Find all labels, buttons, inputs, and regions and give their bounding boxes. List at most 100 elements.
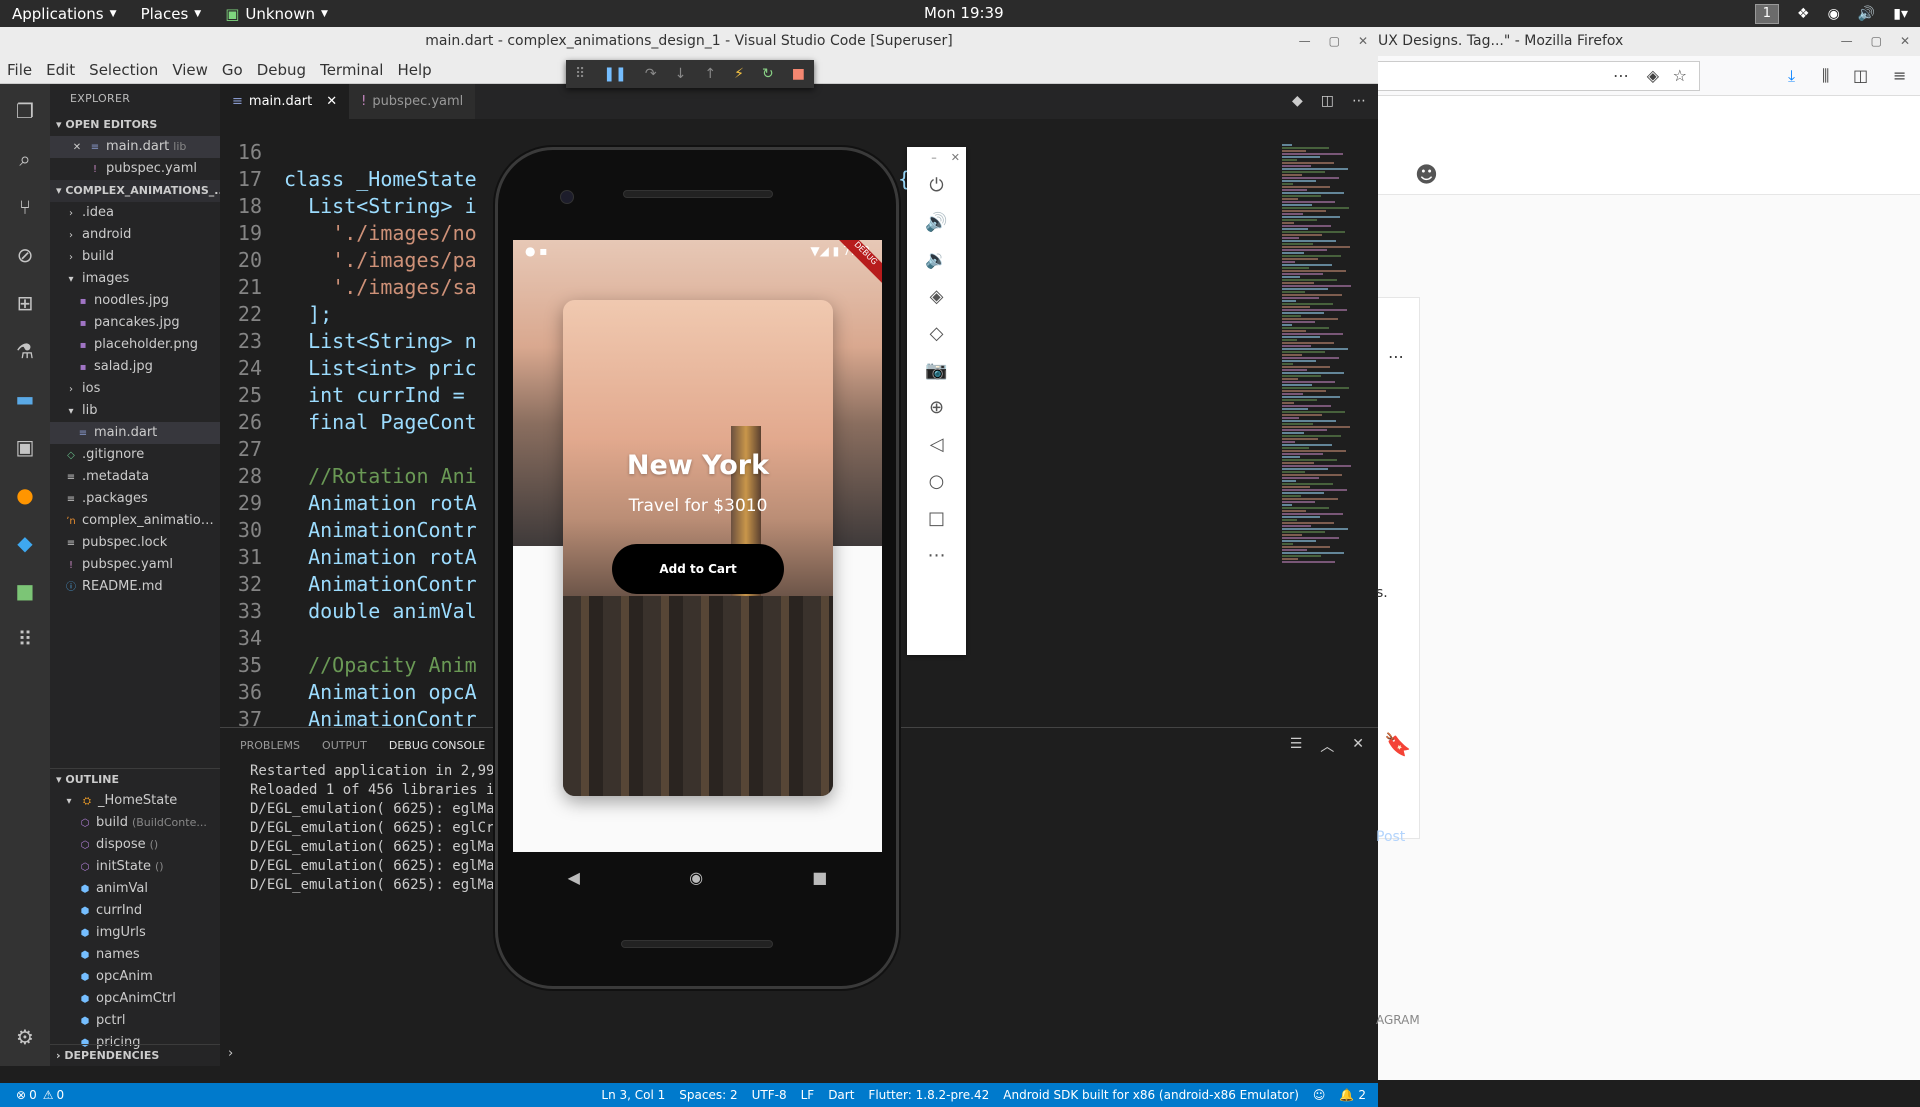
- more-icon[interactable]: ⋯: [1352, 93, 1366, 109]
- outline-item[interactable]: ⬢ currInd: [50, 900, 220, 922]
- back-icon[interactable]: ◁: [930, 434, 944, 455]
- tab-output[interactable]: OUTPUT: [322, 739, 367, 752]
- device-selector[interactable]: Android SDK built for x86 (android-x86 E…: [1003, 1088, 1299, 1102]
- cursor-position[interactable]: Ln 3, Col 1: [601, 1088, 665, 1102]
- maximize-panel-icon[interactable]: ︿: [1320, 736, 1334, 756]
- tab-problems[interactable]: PROBLEMS: [240, 739, 300, 752]
- outline-item[interactable]: ⬢ opcAnimCtrl: [50, 988, 220, 1010]
- tree-item[interactable]: ▪ salad.jpg: [50, 356, 220, 378]
- close-icon[interactable]: ✕: [1900, 27, 1910, 56]
- project-section[interactable]: ▾ COMPLEX_ANIMATIONS_...: [50, 180, 220, 202]
- sidebar-icon[interactable]: ◫: [1853, 66, 1868, 85]
- emulator-screen[interactable]: ● ▪ ▼◢ ▮ 7:39 DEBUG New York Travel for …: [513, 240, 882, 852]
- clear-console-icon[interactable]: ☰: [1290, 736, 1303, 756]
- tree-item[interactable]: ≡ .metadata: [50, 466, 220, 488]
- wifi-icon[interactable]: ◉: [1828, 6, 1840, 22]
- applications-menu[interactable]: Applications ▼: [0, 0, 129, 27]
- menu-help[interactable]: Help: [390, 61, 438, 79]
- pocket-icon[interactable]: ◈: [1647, 66, 1659, 85]
- tab-main-dart[interactable]: ≡ main.dart ✕: [220, 84, 350, 119]
- open-editor-main-dart[interactable]: ✕ ≡ main.dart lib: [50, 136, 220, 158]
- bookmark-icon[interactable]: 🔖: [1384, 733, 1411, 758]
- tree-item[interactable]: ≡ main.dart: [50, 422, 220, 444]
- tree-item[interactable]: › .idea: [50, 202, 220, 224]
- recents-icon[interactable]: ■: [812, 868, 827, 887]
- menu-go[interactable]: Go: [215, 61, 250, 79]
- more-icon[interactable]: ⋯: [1388, 347, 1404, 366]
- tree-item[interactable]: › android: [50, 224, 220, 246]
- settings-gear-icon[interactable]: ⚙: [12, 1024, 38, 1050]
- bookmark-star-icon[interactable]: ☆: [1673, 66, 1687, 85]
- camera-icon[interactable]: 📷: [925, 360, 947, 381]
- tree-item[interactable]: ▪ placeholder.png: [50, 334, 220, 356]
- step-out-icon[interactable]: ↑: [704, 66, 716, 82]
- search-icon[interactable]: ⌕: [12, 146, 38, 172]
- close-icon[interactable]: ✕: [1358, 27, 1368, 56]
- hamburger-menu-icon[interactable]: ≡: [1893, 66, 1906, 85]
- menu-edit[interactable]: Edit: [39, 61, 82, 79]
- files-icon[interactable]: ❐: [12, 98, 38, 124]
- volume-down-icon[interactable]: 🔉: [925, 249, 947, 270]
- zoom-icon[interactable]: ⊕: [929, 397, 944, 418]
- folder-icon[interactable]: ▬: [12, 386, 38, 412]
- outline-item[interactable]: ⬢ imgUrls: [50, 922, 220, 944]
- menu-terminal[interactable]: Terminal: [313, 61, 390, 79]
- tree-item[interactable]: ▪ noodles.jpg: [50, 290, 220, 312]
- git-compare-icon[interactable]: ◆: [1292, 93, 1303, 109]
- split-editor-icon[interactable]: ◫: [1321, 93, 1334, 109]
- flutter-version[interactable]: Flutter: 1.8.2-pre.42: [868, 1088, 989, 1102]
- outline-item[interactable]: ⬢ pctrl: [50, 1010, 220, 1032]
- line-ending[interactable]: LF: [801, 1088, 815, 1102]
- outline-item[interactable]: ⬢ animVal: [50, 878, 220, 900]
- outline-section[interactable]: ▾ OUTLINE: [50, 768, 220, 790]
- destination-card[interactable]: New York Travel for $3010 Add to Cart: [563, 300, 833, 796]
- maximize-icon[interactable]: ▢: [1871, 27, 1882, 56]
- user-icon[interactable]: ☻: [1415, 163, 1438, 188]
- outline-item[interactable]: ⬢ names: [50, 944, 220, 966]
- tree-item[interactable]: ▾ lib: [50, 400, 220, 422]
- volume-up-icon[interactable]: 🔊: [925, 212, 947, 233]
- stop-icon[interactable]: ■: [792, 66, 805, 82]
- menu-view[interactable]: View: [165, 61, 215, 79]
- close-panel-icon[interactable]: ✕: [1352, 736, 1364, 756]
- minimize-icon[interactable]: —: [1299, 27, 1311, 56]
- open-editor-pubspec[interactable]: ! pubspec.yaml: [50, 158, 220, 180]
- debug-icon[interactable]: ⊘: [12, 242, 38, 268]
- tree-item[interactable]: ʼn complex_animations...: [50, 510, 220, 532]
- errors-icon[interactable]: ⊗: [16, 1088, 26, 1102]
- step-over-icon[interactable]: ↷: [645, 66, 657, 82]
- volume-icon[interactable]: 🔊: [1858, 6, 1875, 22]
- tree-item[interactable]: › build: [50, 246, 220, 268]
- restart-icon[interactable]: ↻: [762, 66, 774, 82]
- overview-icon[interactable]: □: [928, 508, 945, 529]
- open-editors-section[interactable]: ▾ OPEN EDITORS: [50, 114, 220, 136]
- page-actions-icon[interactable]: ⋯: [1613, 66, 1629, 85]
- close-icon[interactable]: ✕: [70, 137, 84, 158]
- warnings-icon[interactable]: ⚠: [43, 1088, 54, 1102]
- menu-debug[interactable]: Debug: [250, 61, 313, 79]
- tree-item[interactable]: ≡ .packages: [50, 488, 220, 510]
- places-menu[interactable]: Places ▼: [129, 0, 214, 27]
- app-menu[interactable]: ▣ Unknown ▼: [213, 0, 340, 27]
- home-icon[interactable]: ◉: [689, 868, 703, 887]
- hot-reload-icon[interactable]: ⚡: [734, 66, 744, 82]
- console-input-prompt[interactable]: ›: [228, 1046, 233, 1061]
- dropbox-icon[interactable]: ❖: [1797, 6, 1810, 22]
- battery-icon[interactable]: ▮▾: [1893, 6, 1908, 22]
- extensions-icon[interactable]: ⊞: [12, 290, 38, 316]
- tree-item[interactable]: ! pubspec.yaml: [50, 554, 220, 576]
- workspace-indicator[interactable]: 1: [1754, 3, 1780, 24]
- notifications-bell-icon[interactable]: 🔔: [1339, 1088, 1354, 1102]
- terminal-icon[interactable]: ▣: [12, 434, 38, 460]
- tree-item[interactable]: ⓘ README.md: [50, 576, 220, 598]
- minimize-icon[interactable]: —: [1841, 27, 1853, 56]
- source-control-icon[interactable]: ⑂: [12, 194, 38, 220]
- tree-item[interactable]: › ios: [50, 378, 220, 400]
- minimap[interactable]: [1282, 143, 1362, 573]
- firefox-icon[interactable]: ●: [12, 482, 38, 508]
- tab-debug-console[interactable]: DEBUG CONSOLE: [389, 739, 485, 752]
- more-icon[interactable]: ⋯: [928, 545, 946, 566]
- tab-pubspec[interactable]: ! pubspec.yaml: [349, 84, 476, 119]
- close-icon[interactable]: ✕: [326, 94, 337, 109]
- encoding[interactable]: UTF-8: [752, 1088, 787, 1102]
